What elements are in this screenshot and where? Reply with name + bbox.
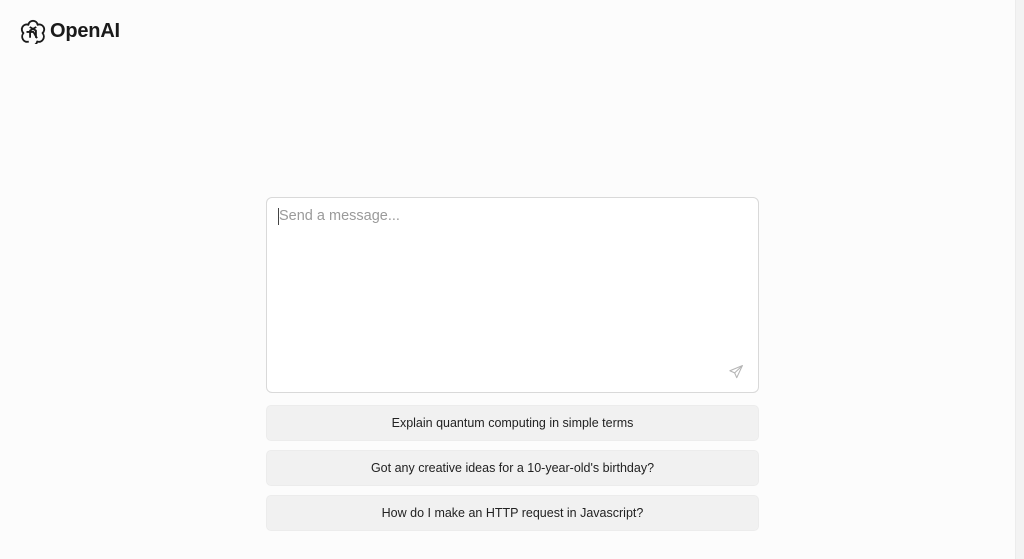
suggestion-button[interactable]: Got any creative ideas for a 10-year-old… (266, 450, 759, 486)
suggestion-button[interactable]: How do I make an HTTP request in Javascr… (266, 495, 759, 531)
send-button[interactable] (726, 362, 746, 382)
brand[interactable]: OpenAI (20, 18, 120, 44)
text-caret (278, 208, 279, 225)
scrollbar-track[interactable] (1015, 0, 1024, 559)
suggestion-list: Explain quantum computing in simple term… (266, 405, 759, 540)
message-input[interactable] (267, 198, 758, 392)
send-icon (728, 364, 744, 380)
brand-name: OpenAI (50, 20, 120, 42)
message-composer[interactable] (266, 197, 759, 393)
app-window: OpenAI Explain quantum computing in simp… (0, 0, 1024, 559)
openai-logo-icon (20, 18, 46, 44)
suggestion-button[interactable]: Explain quantum computing in simple term… (266, 405, 759, 441)
